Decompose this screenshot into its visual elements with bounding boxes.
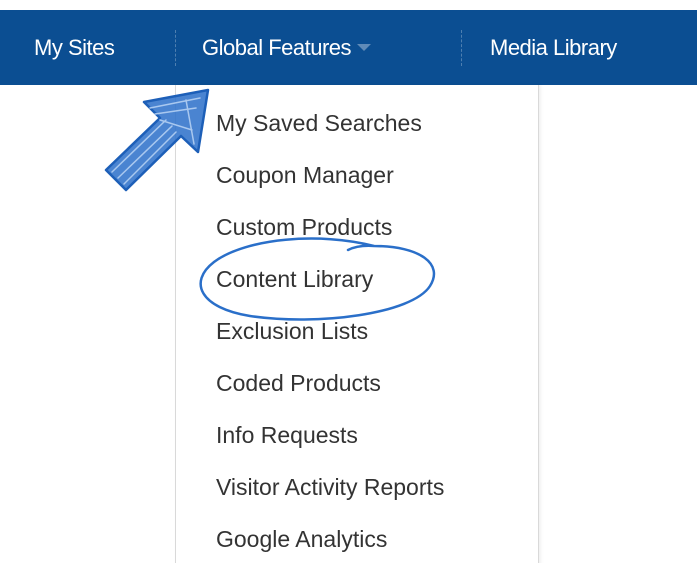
nav-item-label: Global Features (202, 35, 352, 60)
screenshot-stage: My Sites Global Features Media Library M… (0, 0, 697, 563)
top-navigation-bar: My Sites Global Features Media Library (0, 10, 697, 85)
caret-down-icon (357, 43, 372, 51)
nav-separator (175, 30, 176, 66)
menu-item-google-analytics[interactable]: Google Analytics (216, 519, 387, 559)
menu-item-coded-products[interactable]: Coded Products (216, 363, 381, 403)
menu-item-visitor-activity-reports[interactable]: Visitor Activity Reports (216, 467, 444, 507)
nav-item-global-features[interactable]: Global Features (202, 10, 372, 85)
menu-item-info-requests[interactable]: Info Requests (216, 415, 358, 455)
global-features-dropdown-menu: My Saved Searches Coupon Manager Custom … (175, 85, 539, 563)
menu-item-my-saved-searches[interactable]: My Saved Searches (216, 103, 422, 143)
menu-item-exclusion-lists[interactable]: Exclusion Lists (216, 311, 368, 351)
menu-item-coupon-manager[interactable]: Coupon Manager (216, 155, 394, 195)
nav-item-media-library[interactable]: Media Library (490, 10, 617, 85)
nav-separator (461, 30, 462, 66)
nav-item-my-sites[interactable]: My Sites (34, 10, 115, 85)
menu-item-custom-products[interactable]: Custom Products (216, 207, 392, 247)
menu-item-content-library[interactable]: Content Library (216, 259, 373, 299)
